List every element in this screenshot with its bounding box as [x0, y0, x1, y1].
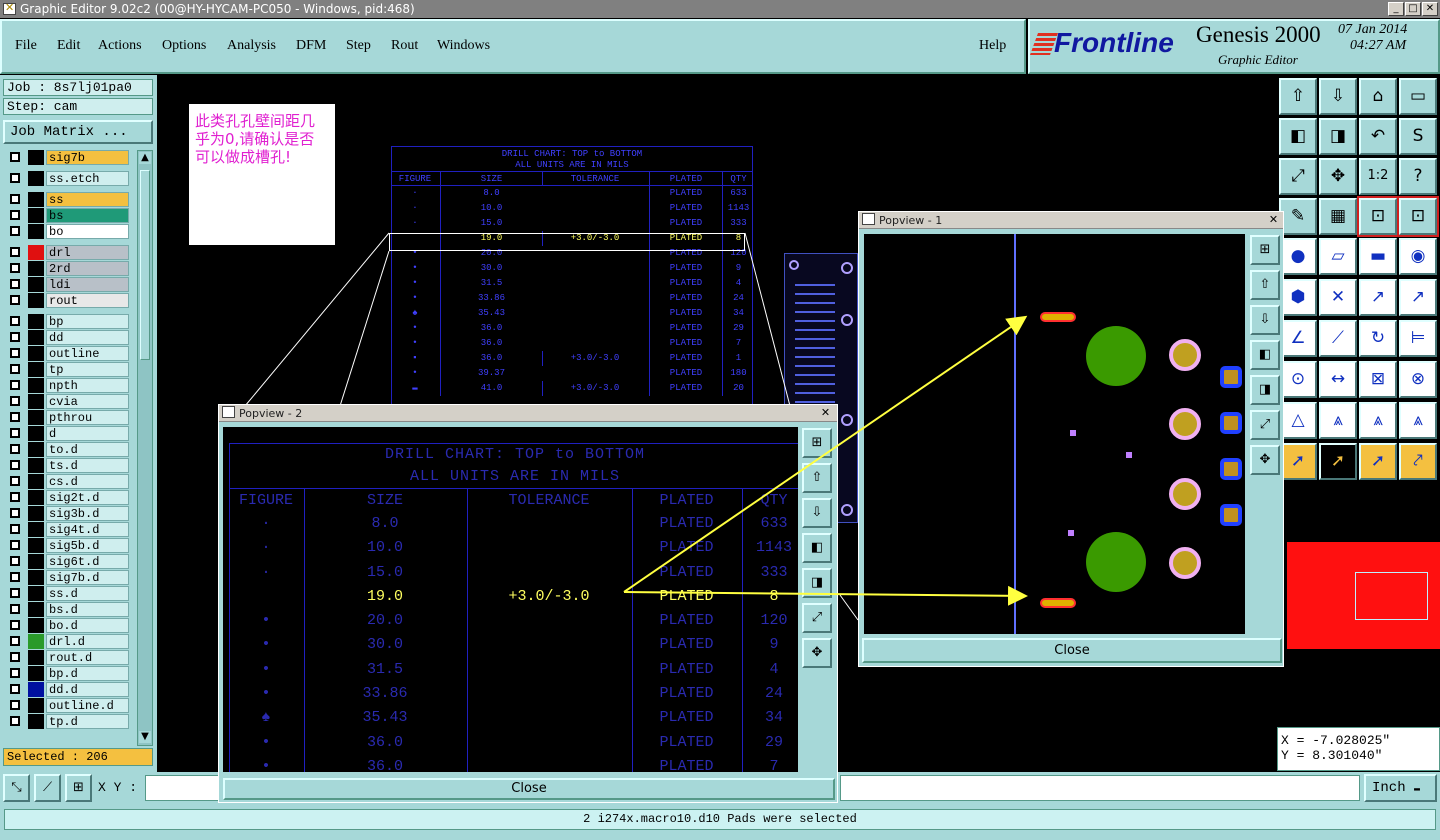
arrow-to-top-slot [623, 315, 1028, 593]
status-message: 2 i274x.macro10.d10 Pads were selected [4, 809, 1436, 830]
annotation-arrows [623, 315, 1028, 606]
arrow-to-bottom-slot [623, 585, 1028, 606]
